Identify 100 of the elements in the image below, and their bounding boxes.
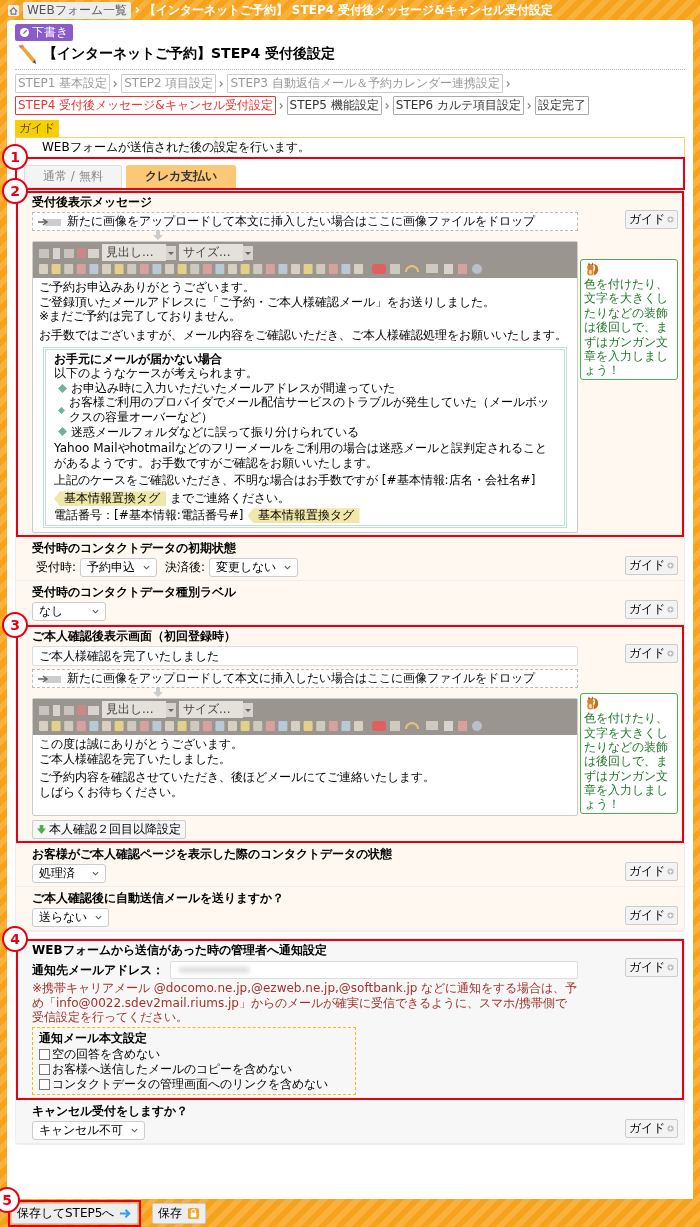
diamond-bullet-icon — [58, 383, 67, 393]
save-button[interactable]: 保存 — [152, 1202, 207, 1224]
breadcrumb-current: 【インターネットご予約】 STEP4 受付後メッセージ&キャンセル受付設定 — [143, 1, 553, 19]
down-arrow-icon — [37, 825, 46, 835]
checkbox-label: コンタクトデータの管理画面へのリンクを含めない — [52, 1077, 328, 1093]
page-title: 【インターネットご予約】STEP4 受付後設定 — [43, 45, 336, 63]
dropdown[interactable]: なし — [32, 602, 106, 622]
dropdown[interactable]: 予約申込 — [80, 558, 158, 578]
arrow-right-icon — [119, 1206, 133, 1220]
number-marker: 1 — [2, 144, 28, 170]
select-label: 受付時: — [36, 559, 77, 577]
section-title: お客様がご本人確認ページを表示した際のコンタクトデータの状態 — [32, 846, 393, 864]
bullet-text: お客様ご利用のプロバイダでメール配信サービスのトラブルが発生していた（メールボックスの容量オーバーなど） — [69, 395, 551, 425]
caret-icon[interactable] — [166, 702, 176, 717]
bullet-text: お申込み時に入力いただいたメールアドレスが間違っていた — [71, 380, 395, 396]
options-title: 通知メール本文設定 — [39, 1030, 148, 1048]
dropdown[interactable]: 処理済 — [32, 864, 106, 884]
notice-line: 電話番号：[#基本情報:電話番号#] — [54, 508, 244, 523]
notice-title: お手元にメールが届かない場合 — [54, 351, 223, 367]
dropdown[interactable]: 変更しない — [209, 558, 299, 578]
caret-icon[interactable] — [243, 702, 253, 717]
message-paragraph: この度は誠にありがとうございます。 ご本人様確認を完了いたしました。 — [39, 737, 244, 767]
caret-icon[interactable] — [166, 245, 176, 260]
expand-icon — [667, 216, 674, 223]
section-title: 受付時のコンタクトデータの初期状態 — [32, 540, 237, 558]
image-drop-zone[interactable]: 新たに画像をアップロードして本文に挿入したい場合はここに画像ファイルをドロップ — [32, 669, 578, 689]
guide-button[interactable]: ガイド — [625, 958, 678, 978]
section-title: キャンセル受付をしますか？ — [32, 1103, 189, 1121]
checkbox[interactable] — [39, 1064, 50, 1076]
guide-label: ガイド — [15, 120, 59, 137]
caret-icon — [143, 565, 151, 571]
title-field[interactable]: ご本人様確認を完了いたしました — [32, 646, 578, 667]
chevron-icon — [113, 79, 119, 88]
message-paragraph: お手数ではございますが、メール内容をご確認いただき、ご本人様確認処理をお願いいたします。 — [39, 327, 568, 343]
guide-button[interactable]: ガイド — [625, 906, 678, 926]
guide-button[interactable]: ガイド — [625, 556, 678, 576]
guide-button[interactable]: ガイド — [625, 1119, 678, 1139]
notice-intro: 以下のようなケースが考えられます。 — [54, 366, 259, 381]
checkbox[interactable] — [39, 1079, 50, 1091]
breadcrumb-link[interactable]: WEBフォーム一覧 — [23, 1, 131, 19]
guide-button[interactable]: ガイド — [625, 862, 678, 882]
section-title: WEBフォームから送信があった時の管理者へ通知設定 — [32, 942, 328, 960]
chevron-icon — [527, 101, 532, 110]
message-paragraph: ご予約お申込みありがとうございます。 ご登録頂いたメールアドレスに「ご予約・ご本人様確認メール」をお送りしました。 ※まだご予約は完了しておりません。 — [39, 280, 496, 324]
checkbox[interactable] — [39, 1049, 50, 1061]
expand-icon — [667, 1125, 674, 1133]
caret-icon — [92, 871, 99, 877]
chevron-icon — [384, 101, 390, 110]
format-tools-drawing[interactable] — [39, 702, 99, 717]
upload-icon — [37, 673, 61, 684]
replacement-tag: 基本情報置換タグ — [54, 491, 166, 507]
step-link[interactable]: 設定完了 — [535, 96, 589, 115]
checkbox-label: お客様へ送信したメールのコピーを含めない — [52, 1062, 292, 1078]
expand-icon — [667, 964, 674, 972]
section-title: 受付後表示メッセージ — [32, 194, 153, 211]
size-select[interactable]: サイズ... — [179, 701, 243, 719]
notice-line: までご連絡ください。 — [170, 491, 290, 506]
caret-icon — [131, 1128, 138, 1134]
message-paragraph: ご予約内容を確認させていただき、後ほどメールにてご連絡いたします。 しばらくお待ちください。 — [39, 770, 436, 800]
tab[interactable]: クレカ支払い — [125, 165, 236, 188]
bullet-text: 迷惑メールフォルダなどに誤って振り分けられている — [71, 424, 359, 440]
drop-zone-hint: 新たに画像をアップロードして本文に挿入したい場合はここに画像ファイルをドロップ — [67, 213, 535, 230]
section-title: 受付時のコンタクトデータ種別ラベル — [32, 584, 237, 602]
squirrel-icon — [584, 695, 600, 712]
number-marker: 4 — [2, 926, 28, 953]
dropdown[interactable]: キャンセル不可 — [32, 1121, 145, 1141]
heading-select[interactable]: 見出し... — [102, 244, 166, 261]
diamond-bullet-icon — [58, 427, 67, 437]
number-marker: 3 — [2, 612, 28, 639]
dropdown[interactable]: 送らない — [32, 908, 109, 928]
tip-text: 色を付けたり、文字を大きくしたりなどの装飾は後回しで、まずはガンガン文章を入力しましょう！ — [584, 711, 668, 812]
caret-icon[interactable] — [243, 245, 253, 260]
pencil-icon — [20, 28, 29, 37]
lock-icon — [187, 1206, 201, 1220]
upload-icon — [37, 216, 61, 227]
guide-button[interactable]: ガイド — [625, 644, 678, 664]
chevron-icon — [505, 79, 511, 88]
replacement-tag: 基本情報置換タグ — [247, 508, 360, 524]
warning-note: ※携帯キャリアメール @docomo.ne.jp,@ezweb.ne.jp,@softbank.jp などに通知をする場合は、予め「info@0022.sdev2mail.riums.jp」からのメールが確実に受信できるように、スマホ/携帯側で受信設定を行ってください。 — [32, 981, 578, 1025]
section-title: ご本人確認後表示画面（初回登録時） — [32, 628, 237, 646]
tip-text: 色を付けたり、文字を大きくしたりなどの装飾は後回しで、まずはガンガン文章を入力しましょう！ — [584, 277, 668, 378]
size-select[interactable]: サイズ... — [179, 244, 243, 261]
step-link[interactable]: STEP6 カルテ項目設定 — [392, 96, 524, 115]
guide-button[interactable]: ガイド — [625, 600, 678, 620]
second-verification-button[interactable]: 本人確認２回目以降設定 — [32, 820, 186, 840]
caret-icon — [95, 915, 102, 921]
home-icon[interactable] — [8, 4, 19, 16]
email-field[interactable] — [170, 961, 578, 980]
chevron-icon — [219, 79, 225, 88]
step-link[interactable]: STEP4 受付後メッセージ&キャンセル受付設定 — [15, 96, 276, 115]
step-link[interactable]: STEP5 機能設定 — [286, 96, 382, 115]
status-label: 下書き — [32, 24, 68, 41]
checkbox-label: 空の回答を含めない — [52, 1047, 160, 1063]
heading-select[interactable]: 見出し... — [102, 701, 166, 719]
expand-icon — [667, 868, 674, 876]
chevron-icon — [278, 101, 284, 110]
format-tools-drawing[interactable] — [39, 245, 99, 260]
guide-button[interactable]: ガイド — [625, 210, 678, 229]
image-drop-zone[interactable]: 新たに画像をアップロードして本文に挿入したい場合はここに画像ファイルをドロップ — [32, 212, 578, 231]
number-marker: 2 — [2, 178, 28, 204]
